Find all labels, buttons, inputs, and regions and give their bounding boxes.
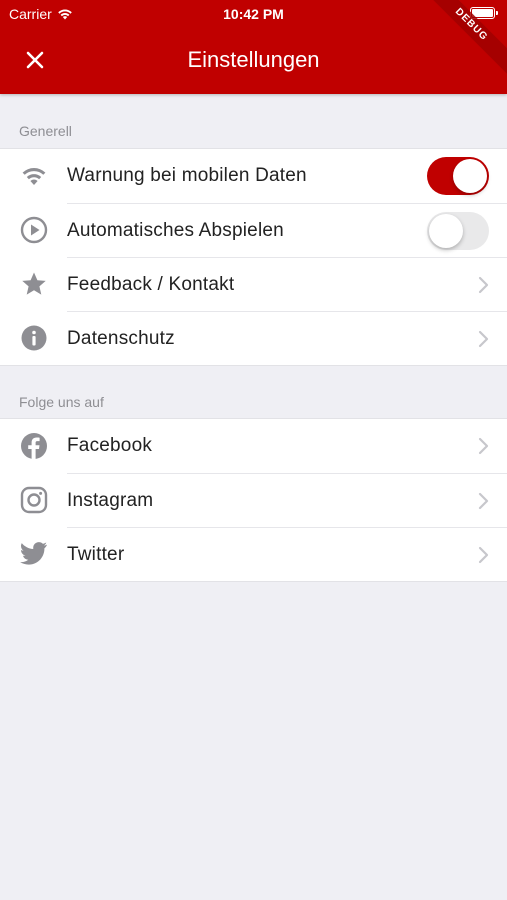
play-circle-icon [0, 203, 67, 257]
status-bar: Carrier 10:42 PM [0, 0, 507, 28]
social-row-facebook[interactable]: Facebook [0, 419, 507, 473]
twitter-icon [0, 527, 67, 581]
setting-label: Datenschutz [67, 327, 175, 349]
facebook-icon [0, 419, 67, 473]
info-icon [0, 311, 67, 365]
star-icon [0, 257, 67, 311]
chevron-right-icon [478, 330, 489, 347]
section-header-social: Folge uns auf [19, 394, 104, 410]
social-row-instagram[interactable]: Instagram [0, 473, 507, 527]
setting-row-privacy[interactable]: Datenschutz [0, 311, 507, 365]
status-time: 10:42 PM [223, 6, 284, 22]
social-label: Instagram [67, 489, 154, 511]
social-row-twitter[interactable]: Twitter [0, 527, 507, 581]
setting-row-mobile-data-warning[interactable]: Warnung bei mobilen Daten [0, 149, 507, 203]
chevron-right-icon [478, 546, 489, 563]
setting-row-autoplay[interactable]: Automatisches Abspielen [0, 203, 507, 257]
settings-group-general: Warnung bei mobilen Daten Automatisches … [0, 148, 507, 366]
page-title: Einstellungen [187, 47, 320, 72]
section-header-general: Generell [19, 123, 72, 139]
mobile-data-warning-toggle[interactable] [427, 157, 489, 195]
instagram-icon [0, 473, 67, 527]
chevron-right-icon [478, 276, 489, 293]
chevron-right-icon [478, 492, 489, 509]
chevron-right-icon [478, 437, 489, 455]
setting-label: Feedback / Kontakt [67, 273, 235, 295]
autoplay-toggle[interactable] [427, 211, 489, 250]
app-bar: Carrier 10:42 PM Einstellungen DEBUG [0, 0, 507, 94]
setting-row-feedback[interactable]: Feedback / Kontakt [0, 257, 507, 311]
settings-group-social: Facebook Instagram Twitter [0, 418, 507, 582]
wifi-icon [0, 149, 67, 203]
social-label: Twitter [67, 543, 125, 565]
setting-label: Warnung bei mobilen Daten [67, 165, 307, 186]
social-label: Facebook [67, 435, 153, 456]
setting-label: Automatisches Abspielen [67, 219, 284, 241]
